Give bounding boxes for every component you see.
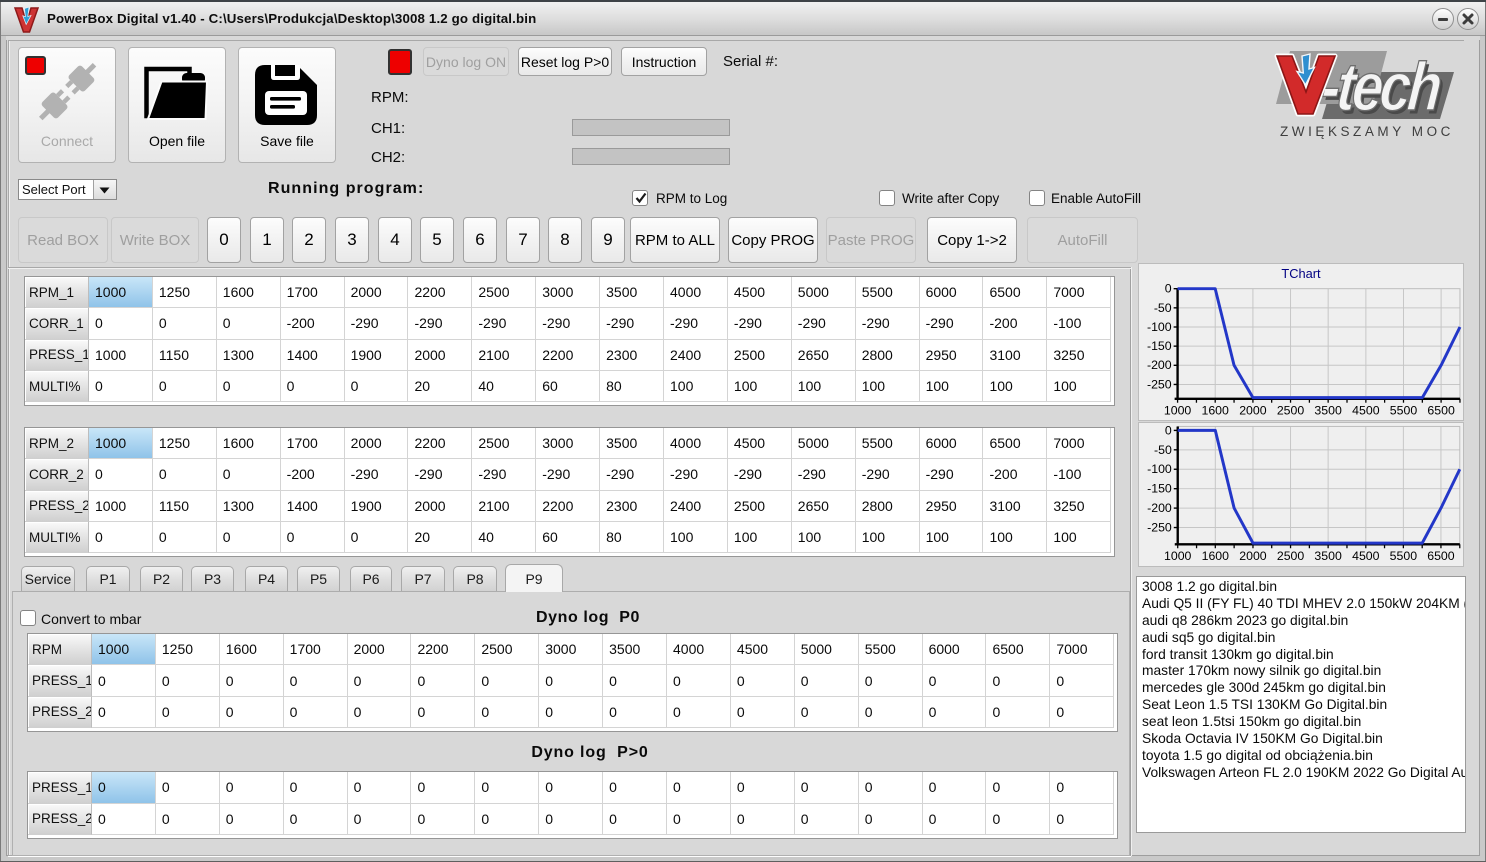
svg-text:-50: -50 bbox=[1154, 301, 1172, 315]
svg-text:-100: -100 bbox=[1147, 462, 1172, 476]
svg-text:3500: 3500 bbox=[1314, 404, 1342, 418]
svg-text:-200: -200 bbox=[1147, 358, 1172, 372]
svg-text:TChart: TChart bbox=[1281, 266, 1321, 281]
svg-text:-tech: -tech bbox=[1319, 50, 1444, 125]
svg-text:1000: 1000 bbox=[1164, 549, 1192, 563]
svg-text:0: 0 bbox=[1165, 423, 1172, 437]
svg-text:2500: 2500 bbox=[1277, 404, 1305, 418]
svg-text:1000: 1000 bbox=[1164, 404, 1192, 418]
svg-text:-250: -250 bbox=[1147, 377, 1172, 391]
svg-text:3500: 3500 bbox=[1314, 549, 1342, 563]
svg-text:2000: 2000 bbox=[1239, 404, 1267, 418]
svg-text:-250: -250 bbox=[1147, 520, 1172, 534]
svg-text:-150: -150 bbox=[1147, 339, 1172, 353]
svg-text:2500: 2500 bbox=[1277, 549, 1305, 563]
svg-text:5500: 5500 bbox=[1390, 404, 1418, 418]
svg-text:-150: -150 bbox=[1147, 482, 1172, 496]
svg-text:4500: 4500 bbox=[1352, 404, 1380, 418]
svg-text:1600: 1600 bbox=[1201, 404, 1229, 418]
svg-text:1600: 1600 bbox=[1202, 549, 1230, 563]
svg-text:-200: -200 bbox=[1147, 501, 1172, 515]
svg-text:-100: -100 bbox=[1147, 320, 1172, 334]
svg-text:6500: 6500 bbox=[1427, 404, 1455, 418]
svg-text:6500: 6500 bbox=[1427, 549, 1455, 563]
svg-text:-50: -50 bbox=[1154, 443, 1172, 457]
svg-text:2000: 2000 bbox=[1239, 549, 1267, 563]
svg-text:4500: 4500 bbox=[1352, 549, 1380, 563]
svg-text:5500: 5500 bbox=[1390, 549, 1418, 563]
svg-text:0: 0 bbox=[1165, 282, 1172, 296]
